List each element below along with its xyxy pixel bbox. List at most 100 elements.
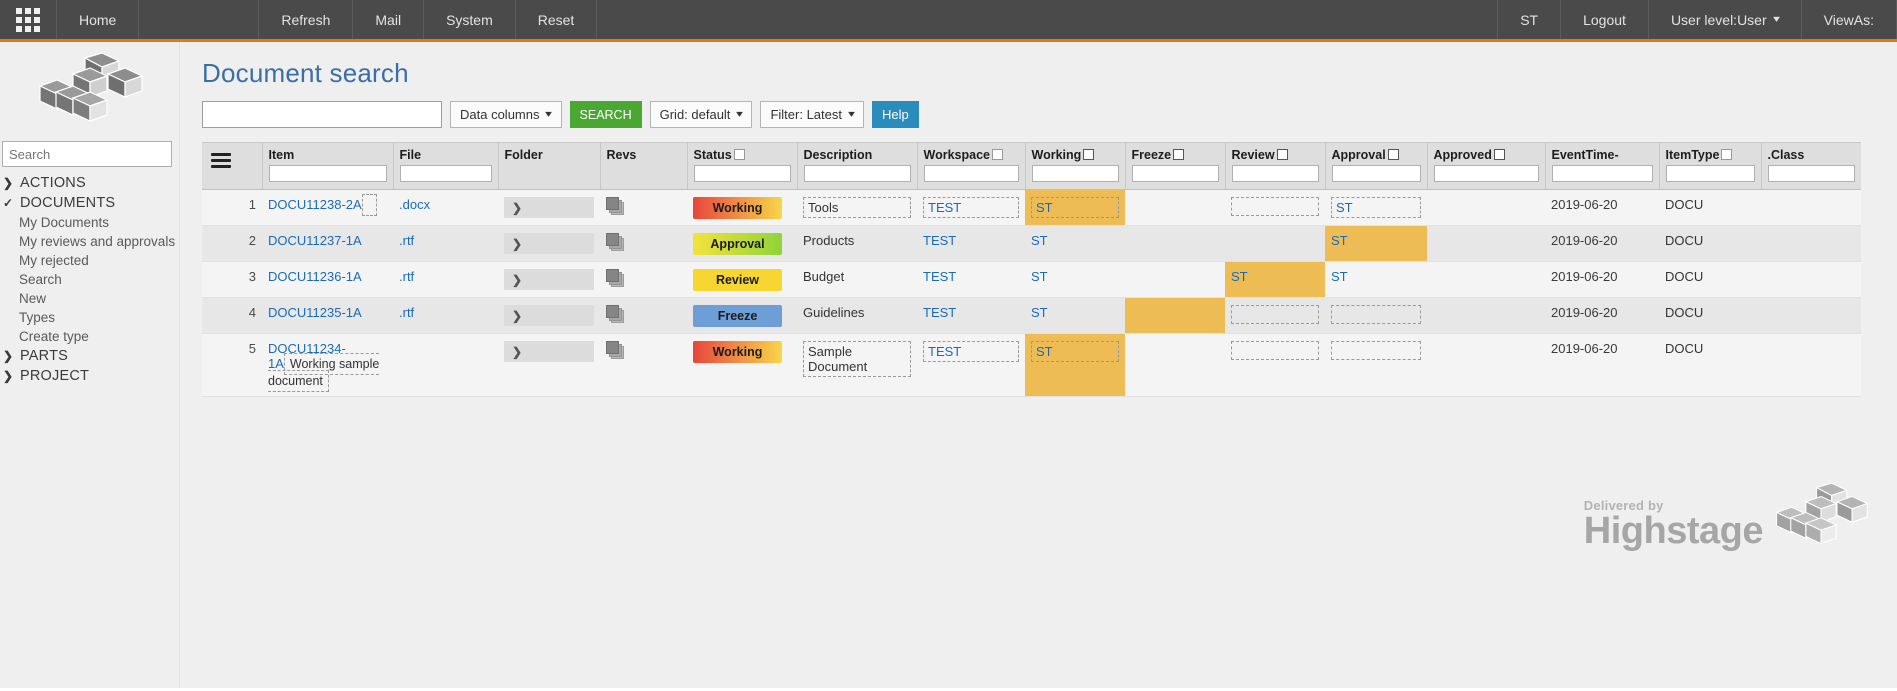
table-row[interactable]: 5 DOCU11234-1A Working sample document ❯ Wor… [202,333,1861,397]
column-file[interactable]: File [393,142,499,190]
column-eventtime[interactable]: EventTime- [1545,142,1660,190]
column-checkbox-icon[interactable] [733,149,745,160]
working-cell[interactable]: ST [1025,297,1125,334]
class-cell[interactable] [1761,297,1861,334]
column-item[interactable]: Item [262,142,394,190]
folder-expand-icon[interactable]: ❯ [504,341,594,362]
folder-cell[interactable]: ❯ [498,333,600,397]
sidebar-item-types[interactable]: Types [0,308,179,327]
workspace-cell[interactable]: TEST [917,189,1025,226]
filter-description[interactable] [803,165,911,182]
itemtype-cell[interactable]: DOCU [1659,261,1761,298]
column-checkbox-icon[interactable] [1493,149,1505,160]
revs-cell[interactable] [600,333,687,397]
filter-approval[interactable] [1331,165,1421,182]
nav-system[interactable]: System [424,0,516,39]
column-checkbox-icon[interactable] [1173,149,1185,160]
view-as-label[interactable]: ViewAs: [1802,0,1897,39]
revs-cell[interactable] [600,189,687,226]
filter-working[interactable] [1031,165,1119,182]
filter-workspace[interactable] [923,165,1019,182]
filter-approved[interactable] [1433,165,1539,182]
approval-cell[interactable]: ST [1325,225,1427,262]
approved-cell[interactable] [1427,189,1545,226]
filter-dropdown[interactable]: Filter: Latest ▾ [760,101,865,128]
column-working[interactable]: Working [1025,142,1126,190]
working-cell[interactable]: ST [1025,225,1125,262]
sidebar-item-my-rejected[interactable]: My rejected [0,251,179,270]
nav-reset[interactable]: Reset [516,0,598,39]
column-freeze[interactable]: Freeze [1125,142,1226,190]
workspace-cell[interactable]: TEST [917,261,1025,298]
table-row[interactable]: 2 DOCU11237-1A .rtf ❯ Approval Products TEST ST… [202,225,1861,262]
workspace-cell[interactable]: TEST [917,297,1025,334]
revs-cell[interactable] [600,297,687,334]
eventtime-cell[interactable]: 2019-06-20 [1545,225,1659,262]
column-itemtype[interactable]: ItemType [1659,142,1762,190]
revs-cell[interactable] [600,261,687,298]
revs-cell[interactable] [600,225,687,262]
item-subtitle[interactable] [361,194,378,216]
review-cell[interactable] [1225,297,1325,334]
description-value[interactable]: Sample Document [803,341,911,377]
folder-expand-icon[interactable]: ❯ [504,305,594,326]
working-cell[interactable]: ST [1025,333,1125,397]
sidebar-group-documents[interactable]: ✓ DOCUMENTS [0,193,179,213]
table-row[interactable]: 1 DOCU11238-2A .docx ❯ Working Tools TEST ST ST… [202,189,1861,226]
nav-mail[interactable]: Mail [353,0,425,39]
item-cell[interactable]: DOCU11237-1A [262,225,393,262]
sidebar-group-actions[interactable]: ❯ ACTIONS [0,173,179,193]
freeze-cell[interactable] [1125,297,1225,334]
status-cell[interactable]: Approval [687,225,797,262]
column-checkbox-icon[interactable] [1276,149,1288,160]
folder-cell[interactable]: ❯ [498,189,600,226]
description-cell[interactable]: Products [797,225,917,262]
row-drag-handle[interactable] [202,261,234,298]
status-badge[interactable]: Working [693,341,782,363]
table-row[interactable]: 4 DOCU11235-1A .rtf ❯ Freeze Guidelines TEST ST… [202,297,1861,334]
item-cell[interactable]: DOCU11236-1A [262,261,393,298]
eventtime-cell[interactable]: 2019-06-20 [1545,261,1659,298]
filter-eventtime[interactable] [1551,165,1653,182]
column-revs[interactable]: Revs [600,142,688,190]
item-link[interactable]: DOCU11238-2A [268,197,362,212]
description-cell[interactable]: Sample Document [797,333,917,397]
file-cell[interactable]: .rtf [393,225,498,262]
item-link[interactable]: DOCU11236-1A [268,269,362,284]
review-cell[interactable]: ST [1225,261,1325,298]
class-cell[interactable] [1761,333,1861,397]
user-level-dropdown[interactable]: User level:User ▾ [1649,0,1802,39]
sidebar-item-create-type[interactable]: Create type [0,327,179,346]
workspace-value[interactable]: TEST [923,197,1019,218]
row-drag-handle[interactable] [202,189,234,226]
column-review[interactable]: Review [1225,142,1326,190]
column-description[interactable]: Description [797,142,918,190]
folder-expand-icon[interactable]: ❯ [504,233,594,254]
item-subtitle[interactable]: Working sample document [268,353,380,392]
itemtype-cell[interactable]: DOCU [1659,189,1761,226]
row-drag-handle[interactable] [202,225,234,262]
approval-cell[interactable]: ST [1325,189,1427,226]
status-cell[interactable]: Working [687,189,797,226]
file-link[interactable]: .rtf [399,269,414,284]
filter-file[interactable] [399,165,492,182]
column-folder[interactable]: Folder [498,142,601,190]
working-cell[interactable]: ST [1025,189,1125,226]
sidebar-group-project[interactable]: ❯ PROJECT [0,366,179,386]
filter-class[interactable] [1767,165,1855,182]
itemtype-cell[interactable]: DOCU [1659,225,1761,262]
workspace-cell[interactable]: TEST [917,225,1025,262]
status-badge[interactable]: Freeze [693,305,782,327]
approved-cell[interactable] [1427,333,1545,397]
column-class[interactable]: .Class [1761,142,1861,190]
item-cell[interactable]: DOCU11238-2A [262,189,393,226]
row-drag-handle[interactable] [202,297,234,334]
help-button[interactable]: Help [872,101,919,128]
status-badge[interactable]: Review [693,269,782,291]
column-status[interactable]: Status [687,142,798,190]
search-input[interactable] [202,101,442,128]
review-cell[interactable] [1225,225,1325,262]
working-cell[interactable]: ST [1025,261,1125,298]
column-checkbox-icon[interactable] [991,149,1003,160]
column-approved[interactable]: Approved [1427,142,1546,190]
